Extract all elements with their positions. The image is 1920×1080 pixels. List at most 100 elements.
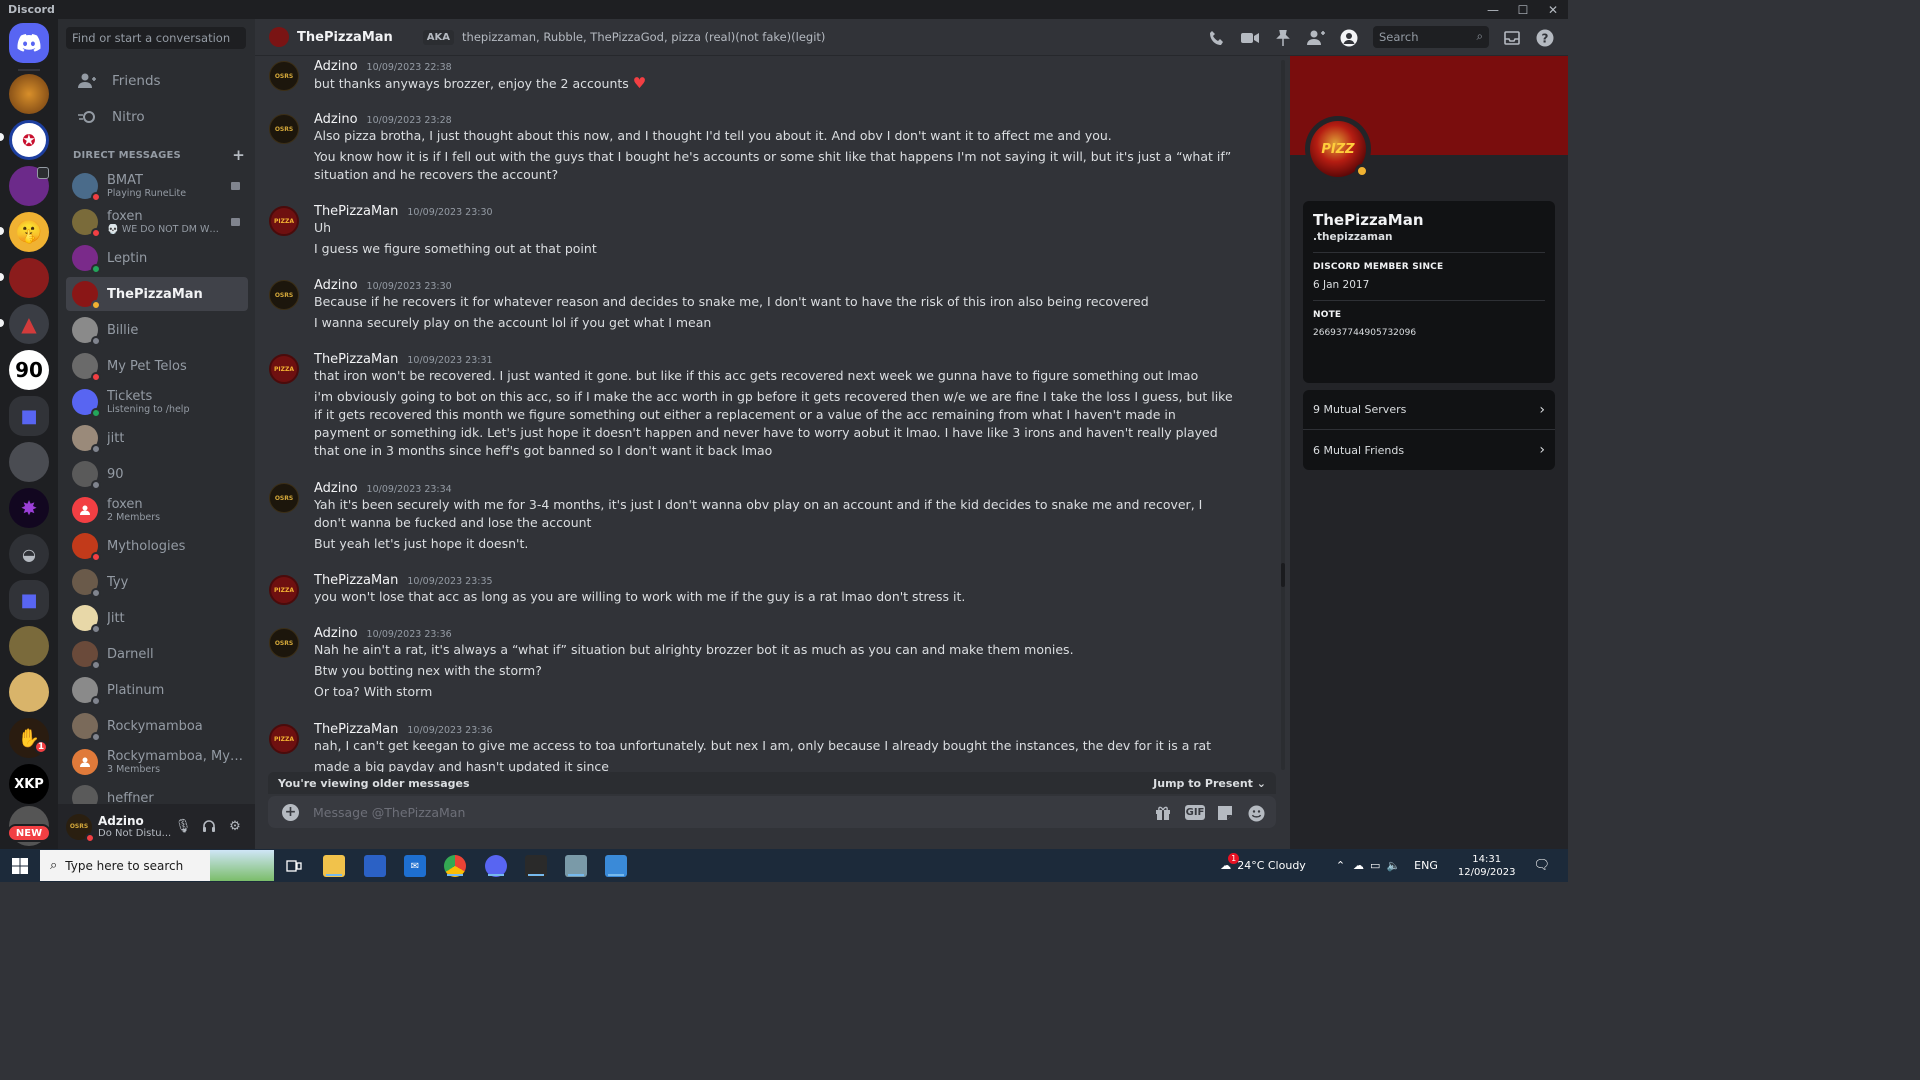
server-burger[interactable] [9,74,49,114]
sticker-icon[interactable] [1216,804,1234,822]
server-gray-logo[interactable]: ◒ [9,534,49,574]
mutual-servers-row[interactable]: 9 Mutual Servers › [1303,390,1555,430]
weather-text[interactable]: 24°C Cloudy [1237,859,1306,872]
dm-item[interactable]: Rockymamboa [66,709,248,743]
microsoft-store-icon[interactable] [364,855,386,877]
server-king[interactable] [9,626,49,666]
server-blue-badge[interactable]: ✪ [9,120,49,160]
user-avatar[interactable]: OSRS [66,813,95,843]
voice-call-icon[interactable] [1207,28,1227,48]
server-xkp[interactable]: XKP [9,764,49,804]
dm-item[interactable]: Mythologies [66,529,248,563]
file-explorer-icon[interactable] [323,855,345,877]
emoji-icon[interactable] [1247,804,1265,822]
message-author[interactable]: ThePizzaMan [314,352,398,367]
volume-icon[interactable]: 🔈 [1386,859,1400,872]
dm-item[interactable]: foxen 2 Members [66,493,248,527]
inbox-icon[interactable] [1502,28,1522,48]
avatar[interactable]: PIZZA [269,575,299,605]
weather-icon[interactable]: ☁ 1 [1220,853,1240,872]
message-author[interactable]: Adzino [314,626,358,641]
dm-item[interactable]: foxen💀 WE DO NOT DM WE D... [66,205,248,239]
chrome-icon[interactable] [444,855,466,877]
dm-item[interactable]: My Pet Telos [66,349,248,383]
app-icon[interactable] [565,855,587,877]
create-dm-plus-icon[interactable]: + [232,148,245,163]
input-language[interactable]: ENG [1414,859,1438,872]
header-search-input[interactable]: Search ⌕ [1373,26,1489,48]
pinned-messages-icon[interactable] [1273,28,1293,48]
message-author[interactable]: Adzino [314,59,358,74]
server-duck[interactable] [9,672,49,712]
gift-icon[interactable] [1154,804,1172,822]
paint-app-icon[interactable] [605,855,627,877]
server-purple-logo[interactable]: ✸ [9,488,49,528]
dm-item[interactable]: Billie [66,313,248,347]
close-icon[interactable]: ✕ [1538,0,1568,19]
onedrive-icon[interactable]: ☁ [1353,859,1364,872]
video-call-icon[interactable] [1240,28,1260,48]
user-profile-icon[interactable] [1339,28,1359,48]
headphones-icon[interactable] [201,818,217,834]
runelite-icon[interactable] [525,855,547,877]
message-author[interactable]: Adzino [314,278,358,293]
dm-item[interactable]: Tickets Listening to /help [66,385,248,419]
mutual-friends-row[interactable]: 6 Mutual Friends › [1303,430,1555,470]
network-icon[interactable]: ▭ [1370,859,1380,872]
avatar[interactable]: OSRS [269,61,299,91]
dm-item[interactable]: Tyy [66,565,248,599]
server-folder-2[interactable]: ■ [9,580,49,620]
message-input[interactable]: Message @ThePizzaMan [313,805,1276,820]
message-author[interactable]: Adzino [314,112,358,127]
jump-to-present-button[interactable]: Jump to Present ⌄ [1153,777,1266,790]
dm-item[interactable]: Jitt [66,601,248,635]
avatar[interactable]: OSRS [269,114,299,144]
avatar[interactable]: PIZZA [269,354,299,384]
note-field[interactable]: 266937744905732096 [1313,328,1545,338]
dm-item[interactable]: 90 [66,457,248,491]
task-view-icon[interactable] [283,855,305,877]
windows-start-icon[interactable] [12,858,28,874]
server-red-hat[interactable]: ▲ [9,304,49,344]
find-conversation-input[interactable]: Find or start a conversation [66,27,246,49]
dm-item[interactable]: Rockymamboa, Myth... 3 Members [66,745,248,779]
home-button[interactable] [9,23,49,63]
dm-item[interactable]: Platinum [66,673,248,707]
dm-item[interactable]: BMAT Playing RuneLite [66,169,248,203]
dm-item[interactable]: Leptin [66,241,248,275]
avatar[interactable]: PIZZA [269,206,299,236]
avatar[interactable]: OSRS [269,280,299,310]
clock[interactable]: 14:31 12/09/2023 [1458,853,1516,879]
server-folder[interactable]: ■ [9,396,49,436]
dm-item-active[interactable]: ThePizzaMan [66,277,248,311]
message-author[interactable]: ThePizzaMan [314,722,398,737]
avatar[interactable]: OSRS [269,483,299,513]
discord-taskbar-icon[interactable] [485,855,507,877]
message-scrollbar[interactable] [1281,60,1285,770]
server-robot[interactable] [9,442,49,482]
notifications-icon[interactable]: 🗨 [1533,858,1550,873]
settings-gear-icon[interactable]: ⚙ [227,818,243,834]
dm-item[interactable]: Darnell [66,637,248,671]
minimize-icon[interactable]: — [1478,0,1508,19]
maximize-icon[interactable]: ☐ [1508,0,1538,19]
new-unreads-badge[interactable]: NEW [7,824,51,842]
add-friends-to-dm-icon[interactable] [1306,28,1326,48]
tray-chevron-up-icon[interactable]: ⌃ [1336,859,1345,872]
server-90[interactable]: 90 [9,350,49,390]
gif-button[interactable]: GIF [1185,805,1205,820]
message-author[interactable]: Adzino [314,481,358,496]
help-icon[interactable]: ? [1535,28,1555,48]
microphone-icon[interactable]: 🎙 [175,818,192,834]
server-spartan[interactable] [9,258,49,298]
taskbar-search-input[interactable]: ⌕ Type here to search [40,850,274,881]
message-author[interactable]: ThePizzaMan [314,204,398,219]
scrollbar-thumb[interactable] [1281,563,1285,587]
server-emoji[interactable]: 🤫 [9,212,49,252]
message-author[interactable]: ThePizzaMan [314,573,398,588]
avatar[interactable]: PIZZA [269,724,299,754]
nav-nitro[interactable]: Nitro [66,101,248,133]
attach-plus-icon[interactable]: + [282,803,299,821]
nav-friends[interactable]: Friends [66,65,248,97]
mail-icon[interactable]: ✉ [404,855,426,877]
